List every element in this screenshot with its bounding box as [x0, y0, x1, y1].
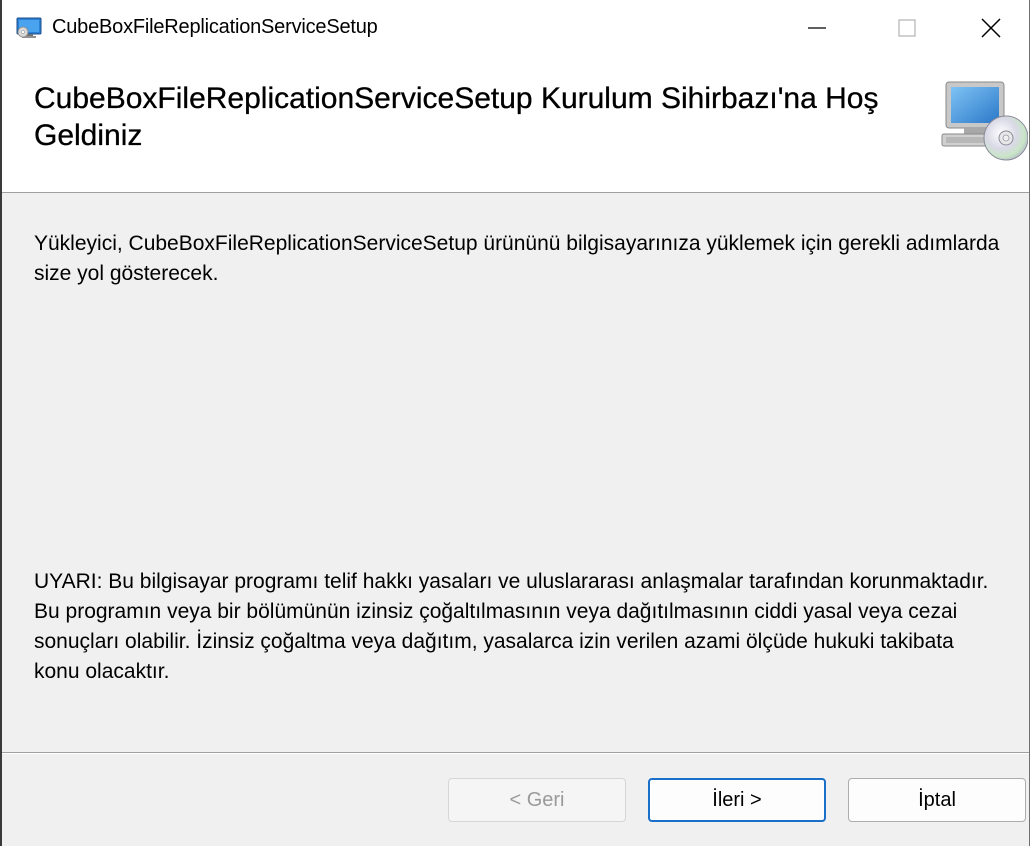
minimize-icon	[806, 17, 828, 44]
close-button[interactable]	[946, 0, 1032, 60]
maximize-icon	[897, 18, 917, 43]
window-title: CubeBoxFileReplicationServiceSetup	[52, 16, 378, 38]
copyright-warning: UYARI: Bu bilgisayar programı telif hakk…	[34, 570, 989, 683]
installer-monitor-icon	[16, 17, 42, 39]
close-icon	[980, 17, 1002, 44]
computer-cd-icon	[932, 74, 1029, 170]
back-button[interactable]: < Geri	[448, 778, 626, 822]
intro-text: Yükleyici, CubeBoxFileReplicationService…	[34, 232, 1000, 285]
title-bar[interactable]: CubeBoxFileReplicationServiceSetup	[2, 0, 1029, 60]
next-button[interactable]: İleri >	[648, 778, 826, 822]
cancel-button[interactable]: İptal	[848, 778, 1026, 822]
setup-window: CubeBoxFileReplicationServiceSetup CubeB…	[0, 0, 1030, 846]
maximize-button[interactable]	[862, 0, 952, 60]
page-title: CubeBoxFileReplicationServiceSetup Kurul…	[34, 82, 879, 152]
minimize-button[interactable]	[772, 0, 862, 60]
welcome-banner: CubeBoxFileReplicationServiceSetup Kurul…	[2, 60, 1029, 193]
footer-separator	[2, 752, 1029, 754]
